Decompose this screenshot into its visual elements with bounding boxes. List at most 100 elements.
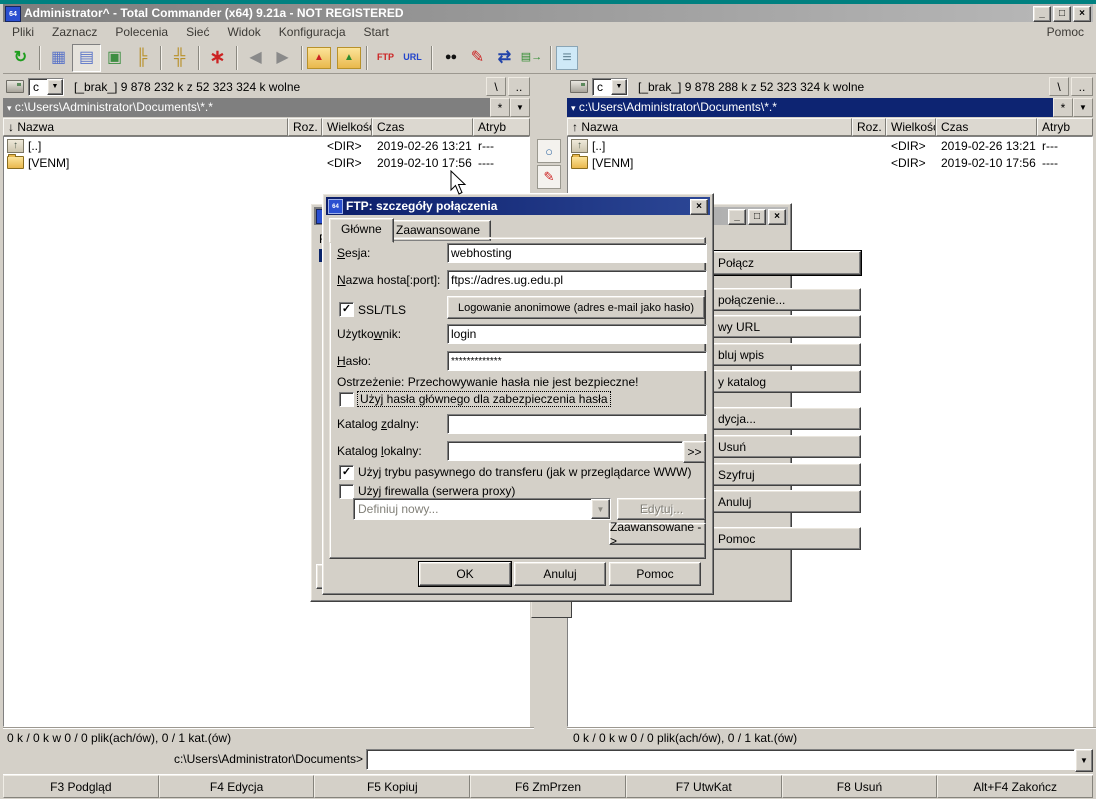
right-header-ext[interactable]: Roz. bbox=[852, 118, 886, 136]
session-input[interactable] bbox=[447, 243, 707, 263]
left-path-bar[interactable]: ▾ c:\Users\Administrator\Documents\*.* bbox=[3, 98, 490, 117]
right-header-name[interactable]: ↑ Nazwa bbox=[567, 118, 852, 136]
mouse-cursor bbox=[450, 170, 468, 196]
table-row[interactable]: ↑[..] <DIR> 2019-02-26 13:21 r--- bbox=[568, 137, 1092, 154]
ok-button[interactable]: OK bbox=[419, 562, 511, 586]
right-history-button[interactable]: ▼ bbox=[1073, 98, 1093, 117]
proxy-combo-arrow-icon[interactable]: ▼ bbox=[591, 499, 610, 519]
refresh-icon[interactable]: ↻ bbox=[7, 45, 34, 71]
thumbnails-view-icon[interactable]: ▣ bbox=[101, 45, 128, 71]
right-path-bar[interactable]: ▾ c:\Users\Administrator\Documents\*.* bbox=[567, 98, 1053, 117]
left-parent-button[interactable]: .. bbox=[508, 77, 530, 96]
close-button[interactable]: × bbox=[1073, 6, 1091, 22]
copy-to-folder-icon[interactable]: ▤→ bbox=[518, 45, 545, 71]
back-icon[interactable]: ◀ bbox=[242, 45, 269, 71]
right-parent-button[interactable]: .. bbox=[1071, 77, 1093, 96]
left-header-size[interactable]: Wielkość bbox=[322, 118, 372, 136]
menu-start[interactable]: Start bbox=[355, 23, 398, 41]
left-header-name[interactable]: ↓ Nazwa bbox=[3, 118, 288, 136]
left-root-button[interactable]: \ bbox=[486, 77, 506, 96]
master-password-checkbox[interactable] bbox=[339, 392, 354, 407]
right-filter-button[interactable]: * bbox=[1053, 98, 1073, 117]
tab-glowne[interactable]: Główne bbox=[329, 218, 394, 243]
right-header-size[interactable]: Wielkość bbox=[886, 118, 936, 136]
host-input[interactable] bbox=[447, 270, 707, 290]
f3-view-button[interactable]: F3 Podgląd bbox=[3, 775, 159, 798]
right-root-button[interactable]: \ bbox=[1049, 77, 1069, 96]
left-filter-button[interactable]: * bbox=[490, 98, 510, 117]
ssl-label: SSL/TLS bbox=[358, 303, 406, 317]
left-path-row: ▾ c:\Users\Administrator\Documents\*.* *… bbox=[3, 98, 530, 117]
ftp-connect-icon[interactable]: FTP bbox=[372, 45, 399, 71]
cancel-button[interactable]: Anuluj bbox=[514, 562, 606, 586]
maximize-button[interactable]: □ bbox=[748, 209, 766, 225]
proxy-combo[interactable]: Definiuj nowy... ▼ bbox=[353, 498, 611, 520]
drive-combo-arrow-icon[interactable]: ▼ bbox=[47, 79, 63, 95]
main-titlebar[interactable]: 64 Administrator^ - Total Commander (x64… bbox=[3, 4, 1093, 22]
menu-widok[interactable]: Widok bbox=[218, 23, 269, 41]
f4-edit-button[interactable]: F4 Edycja bbox=[159, 775, 315, 798]
right-header-attr[interactable]: Atryb bbox=[1037, 118, 1093, 136]
pack-files-icon[interactable]: ▲ bbox=[307, 47, 331, 69]
tree-panel-icon[interactable]: ╬ bbox=[166, 45, 193, 71]
brief-view-icon[interactable]: ▦ bbox=[45, 45, 72, 71]
left-header-attr[interactable]: Atryb bbox=[473, 118, 530, 136]
right-drive-combo[interactable]: c ▼ bbox=[592, 78, 628, 96]
search-icon[interactable]: ●● bbox=[437, 45, 464, 71]
dialog-edge-fragment bbox=[531, 600, 572, 618]
left-header-ext[interactable]: Roz. bbox=[288, 118, 322, 136]
local-dir-input[interactable] bbox=[447, 441, 683, 461]
menu-pliki[interactable]: Pliki bbox=[3, 23, 43, 41]
f5-copy-button[interactable]: F5 Kopiuj bbox=[314, 775, 470, 798]
minimize-button[interactable]: _ bbox=[1033, 6, 1051, 22]
passive-mode-checkbox[interactable]: ✓ bbox=[339, 465, 354, 480]
password-input[interactable] bbox=[447, 351, 707, 371]
sync-dirs-icon[interactable]: ⇄ bbox=[491, 45, 518, 71]
ssl-checkbox[interactable]: ✓ bbox=[339, 302, 354, 317]
altf4-exit-button[interactable]: Alt+F4 Zakończ bbox=[937, 775, 1093, 798]
show-all-files-icon[interactable]: ∗ bbox=[204, 45, 231, 71]
help-button[interactable]: Pomoc bbox=[609, 562, 701, 586]
edit-proxy-button[interactable]: Edytuj... bbox=[617, 498, 706, 520]
ftp-url-icon[interactable]: URL bbox=[399, 45, 426, 71]
table-row[interactable]: [VENM] <DIR> 2019-02-10 17:56 ---- bbox=[568, 154, 1092, 171]
unpack-files-icon[interactable]: ▲ bbox=[337, 47, 361, 69]
multi-rename-icon[interactable]: ✎ bbox=[464, 45, 491, 71]
full-view-icon[interactable]: ▤ bbox=[72, 44, 101, 72]
ftp-details-titlebar[interactable]: 64 FTP: szczegóły połączenia × bbox=[326, 197, 710, 215]
maximize-button[interactable]: □ bbox=[1053, 6, 1071, 22]
notepad-icon[interactable]: ≡ bbox=[556, 46, 578, 70]
tree-view-icon[interactable]: ╠ bbox=[128, 45, 155, 71]
anonymous-login-button[interactable]: Logowanie anonimowe (adres e-mail jako h… bbox=[447, 296, 705, 319]
command-input[interactable] bbox=[366, 749, 1075, 770]
right-drive-row: c ▼ [_brak_] 9 878 288 k z 52 323 324 k … bbox=[567, 76, 1093, 97]
remote-dir-input[interactable] bbox=[447, 414, 707, 434]
menu-siec[interactable]: Sieć bbox=[177, 23, 218, 41]
f6-move-button[interactable]: F6 ZmPrzen bbox=[470, 775, 626, 798]
user-input[interactable] bbox=[447, 324, 707, 344]
firewall-checkbox[interactable] bbox=[339, 484, 354, 499]
table-row[interactable]: [VENM] <DIR> 2019-02-10 17:56 ---- bbox=[4, 154, 529, 171]
table-row[interactable]: ↑[..] <DIR> 2019-02-26 13:21 r--- bbox=[4, 137, 529, 154]
menu-polecenia[interactable]: Polecenia bbox=[106, 23, 177, 41]
f7-mkdir-button[interactable]: F7 UtwKat bbox=[626, 775, 782, 798]
close-icon[interactable]: × bbox=[690, 199, 708, 215]
menu-pomoc[interactable]: Pomoc bbox=[1038, 23, 1093, 41]
left-header-time[interactable]: Czas bbox=[372, 118, 473, 136]
drive-combo-arrow-icon[interactable]: ▼ bbox=[611, 79, 627, 95]
quick-edit-button[interactable]: ✎ bbox=[537, 165, 561, 189]
menu-konfiguracja[interactable]: Konfiguracja bbox=[270, 23, 355, 41]
left-drive-combo[interactable]: c ▼ bbox=[28, 78, 64, 96]
minimize-button[interactable]: _ bbox=[728, 209, 746, 225]
browse-local-dir-button[interactable]: >> bbox=[683, 441, 706, 463]
command-history-arrow-icon[interactable]: ▼ bbox=[1075, 749, 1093, 772]
forward-icon[interactable]: ▶ bbox=[269, 45, 296, 71]
right-header-time[interactable]: Czas bbox=[936, 118, 1037, 136]
quick-view-button[interactable]: ○ bbox=[537, 139, 561, 163]
dialog-icon: 64 bbox=[328, 199, 343, 214]
left-history-button[interactable]: ▼ bbox=[510, 98, 530, 117]
f8-delete-button[interactable]: F8 Usuń bbox=[782, 775, 938, 798]
menu-zaznacz[interactable]: Zaznacz bbox=[43, 23, 106, 41]
close-button[interactable]: × bbox=[768, 209, 786, 225]
advanced-button[interactable]: Zaawansowane -> bbox=[609, 523, 706, 545]
